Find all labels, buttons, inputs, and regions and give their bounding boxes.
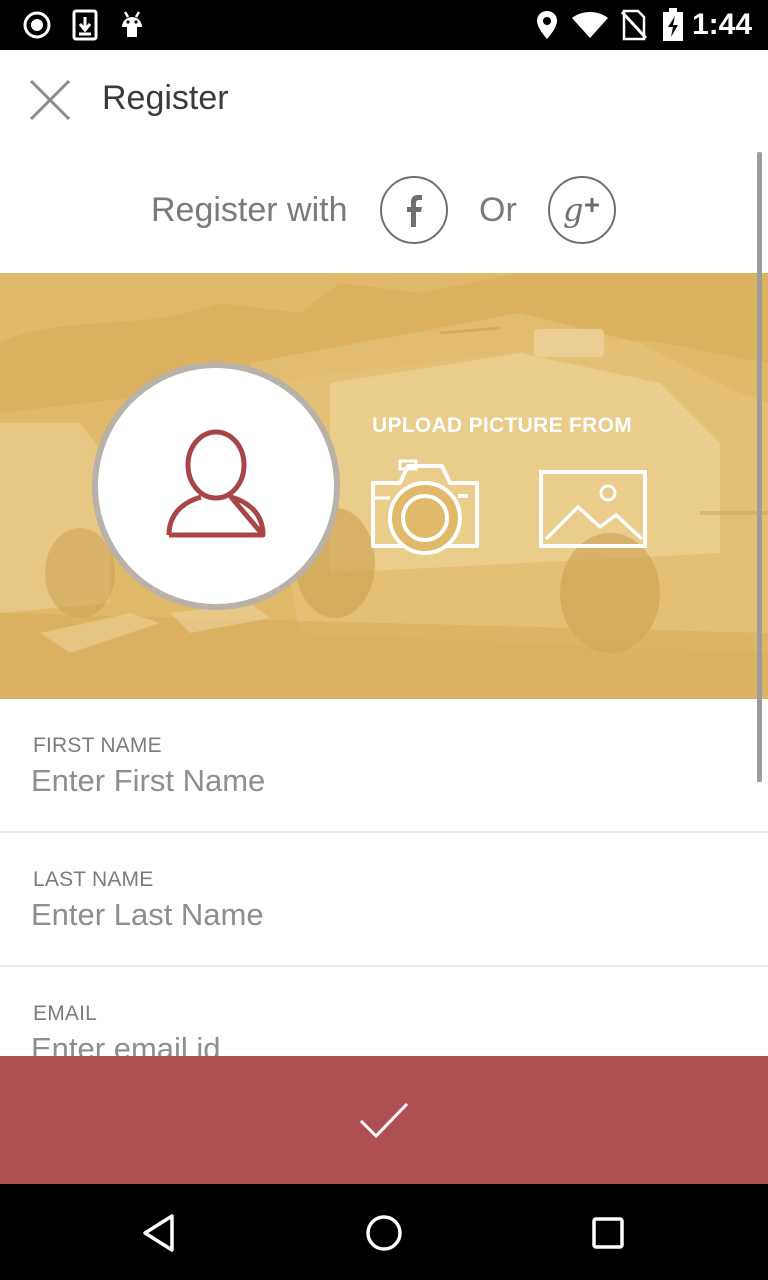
recents-button[interactable] [583,1208,633,1258]
download-icon [70,8,100,42]
or-label: Or [479,191,517,229]
email-field: EMAIL [0,967,768,1056]
email-input[interactable] [31,1027,731,1056]
first-name-label: FIRST NAME [33,734,162,757]
google-plus-icon: g [563,191,599,229]
recents-icon [592,1217,624,1249]
email-label: EMAIL [33,1002,98,1025]
svg-text:g: g [563,191,583,229]
register-with-label: Register with [151,191,348,229]
social-login-row: Register with Or g [0,146,768,273]
first-name-field: FIRST NAME [0,699,768,833]
close-button[interactable] [22,72,78,128]
submit-button[interactable] [0,1056,768,1184]
last-name-input[interactable] [31,893,731,937]
navigation-bar [0,1184,768,1280]
location-icon [533,8,561,42]
photo-upload-banner: UPLOAD PICTURE FROM [0,273,768,699]
back-button[interactable] [134,1208,184,1258]
page-title: Register [102,79,229,117]
home-button[interactable] [359,1208,409,1258]
wifi-icon [570,8,610,42]
close-icon [29,79,71,121]
camera-icon [371,459,479,555]
google-plus-button[interactable]: g [548,176,616,244]
user-icon [166,429,266,538]
upload-picture-label: UPLOAD PICTURE FROM [372,414,633,437]
home-icon [366,1215,402,1251]
android-icon [116,8,148,42]
facebook-icon [407,195,422,227]
facebook-button[interactable] [380,176,448,244]
register-form[interactable]: Register with Or g UPLOAD PICTURE FROM F… [0,146,768,1056]
scrollbar[interactable] [757,152,762,782]
app-bar: Register [0,50,768,146]
status-time: 1:44 [691,8,752,41]
last-name-field: LAST NAME [0,833,768,967]
status-bar: 1:44 [0,0,768,50]
first-name-input[interactable] [31,759,731,803]
back-icon [143,1214,174,1252]
gallery-icon [539,470,647,548]
no-sim-icon [620,8,648,42]
profile-picture-button[interactable] [92,362,340,610]
last-name-label: LAST NAME [33,868,154,891]
check-icon [359,1102,409,1139]
record-icon [20,8,54,42]
gallery-upload-button[interactable] [538,469,648,551]
battery-charging-icon [661,8,685,42]
camera-upload-button[interactable] [370,458,480,563]
